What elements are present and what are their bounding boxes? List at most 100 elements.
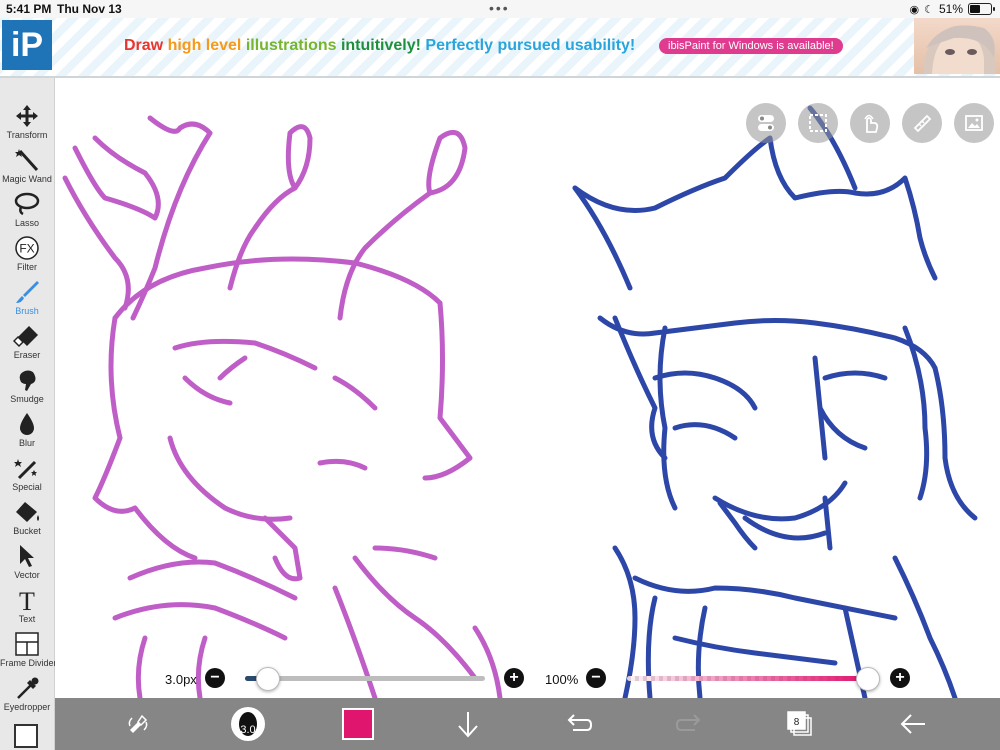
banner-headline: Draw high level illustrations intuitivel… [124,37,635,55]
fx-icon: FX [15,236,39,260]
tool-label: Vector [14,570,40,580]
opacity-value: 100% [545,672,579,687]
brush-slider-row: 3.0px − + 100% − + [55,662,1000,694]
redo-icon [675,714,701,731]
layers-button[interactable]: 8 [782,706,818,742]
opacity-minus-button[interactable]: − [586,668,606,688]
brush-preview-button[interactable]: 3.0 [230,706,266,742]
tool-label: Blur [18,438,35,448]
status-time: 5:41 PM [6,2,52,16]
logo-text: iP [10,25,44,64]
touch-button[interactable] [850,103,890,143]
status-right: ◉ ☾ 51% [909,2,995,16]
pink-character-sketch [62,115,503,698]
selection-dashed-icon [809,114,827,132]
toggle-panel-button[interactable] [746,103,786,143]
drawing-canvas[interactable] [55,78,1000,698]
tool-switch-button[interactable] [120,706,156,742]
text-icon: T [19,588,35,612]
back-arrow-icon [900,714,925,734]
brush-preview-value: 3.0 [240,724,256,736]
color-button[interactable] [340,706,376,742]
frame-divider-icon [15,632,39,656]
tool-label: Filter [17,262,37,272]
tool-eraser[interactable]: Eraser [0,320,54,364]
redo-button[interactable] [671,706,707,742]
undo-button[interactable] [561,706,597,742]
status-date: Thu Nov 13 [57,2,122,16]
brush-size-minus-button[interactable]: − [205,668,225,688]
vector-arrow-icon [20,545,34,567]
tool-smudge[interactable]: Smudge [0,364,54,408]
ruler-button[interactable] [902,103,942,143]
ad-banner[interactable]: iP Draw high level illustrations intuiti… [0,18,1000,78]
ibispaint-logo: iP [2,20,52,70]
brush-preview-circle: 3.0 [231,707,265,741]
tool-special[interactable]: Special [0,452,54,496]
moon-icon: ☾ [924,3,934,16]
tool-label: Smudge [10,394,44,404]
tool-blur[interactable]: Blur [0,408,54,452]
eraser-icon [13,326,38,348]
tool-label: Magic Wand [2,174,52,184]
headline-part: Perfectly pursued usability! [425,37,636,54]
brush-icon [16,281,39,303]
fx-glyph: FX [19,242,34,256]
tool-label: Transform [6,130,48,140]
blur-drop-icon [20,413,34,435]
orientation-lock-icon: ◉ [909,3,920,16]
opacity-fill [627,676,867,681]
status-bar: 5:41 PM Thu Nov 13 ••• ◉ ☾ 51% [0,0,1000,18]
reference-image-button[interactable] [954,103,994,143]
headline-part: intuitively! [340,37,426,54]
tool-label: Eraser [13,350,41,360]
brush-size-knob[interactable] [255,667,280,691]
multitask-dots[interactable]: ••• [489,0,510,16]
opacity-knob[interactable] [856,667,880,691]
layer-count: 8 [794,717,800,728]
tool-lasso[interactable]: Lasso [0,188,54,232]
undo-icon [567,714,593,731]
hand-touch-icon [864,114,879,133]
image-icon [965,115,983,131]
brush-size-value: 3.0px [165,672,197,687]
selection-button[interactable] [798,103,838,143]
smudge-icon [19,370,36,391]
ruler-icon [913,114,932,133]
brush-size-slider[interactable] [245,676,485,681]
opacity-slider[interactable] [627,676,867,681]
tool-frame-divider[interactable]: Frame Divider [0,628,57,672]
tool-sidebar: Transform Magic Wand Lasso FX Filter Bru… [0,78,57,750]
special-pen-icon [14,459,37,480]
tool-text[interactable]: T Text [0,584,54,628]
back-button[interactable] [895,706,931,742]
tool-filter[interactable]: FX Filter [0,232,54,276]
headline-part: Draw [124,37,168,54]
canvas-preview-thumb[interactable] [14,724,38,748]
toggle-switch-icon [758,115,774,131]
layers-icon: 8 [787,711,812,736]
tool-eyedropper[interactable]: Eyedropper [0,672,54,716]
lasso-icon [14,192,40,216]
text-glyph: T [19,588,35,612]
download-button[interactable] [450,706,486,742]
tool-label: Frame Divider [0,658,57,668]
brush-size-plus-button[interactable]: + [504,668,524,688]
move-arrows-icon [16,105,38,127]
swap-tools-icon [128,714,148,733]
tool-brush[interactable]: Brush [0,276,54,320]
banner-portrait-image [914,18,1000,74]
opacity-plus-button[interactable]: + [890,668,910,688]
battery-icon [968,3,995,15]
tool-magic-wand[interactable]: Magic Wand [0,144,54,188]
battery-fill [970,5,981,13]
tool-label: Eyedropper [3,702,51,712]
tool-vector[interactable]: Vector [0,540,54,584]
current-color-swatch [342,708,374,740]
tool-transform[interactable]: Transform [0,100,54,144]
tool-label: Special [12,482,42,492]
banner-pill[interactable]: ibisPaint for Windows is available! [659,38,843,54]
tool-label: Bucket [13,526,41,536]
bucket-icon [16,502,39,522]
tool-bucket[interactable]: Bucket [0,496,54,540]
